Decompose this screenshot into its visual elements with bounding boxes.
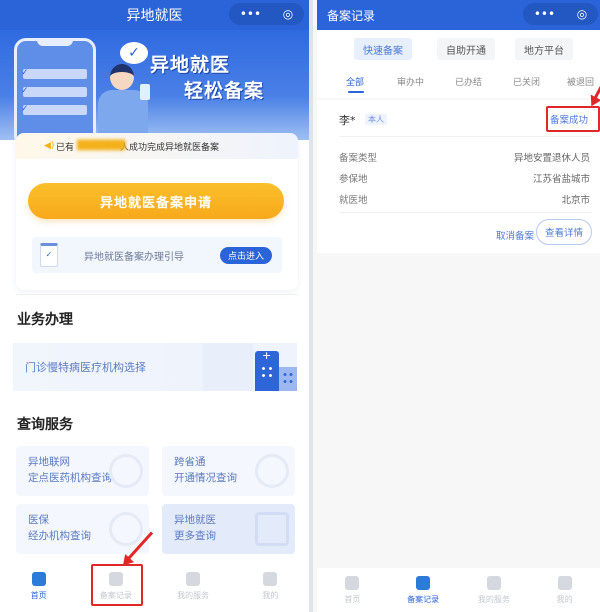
divider	[339, 136, 592, 137]
chip-local-platform[interactable]: 地方平台	[515, 38, 573, 60]
arrow-right-icon	[255, 512, 289, 546]
apply-filing-button[interactable]: 异地就医备案申请	[28, 183, 284, 219]
speaker-icon: ◀)	[44, 141, 55, 151]
highlight-box-status	[546, 106, 600, 132]
enter-button[interactable]: 点击进入	[219, 246, 272, 264]
field-filing-type: 备案类型 异地安置退休人员	[339, 153, 590, 164]
view-details-button[interactable]: 查看详情	[535, 219, 592, 245]
nav-bar: 备案记录 ••• ◎	[317, 0, 600, 30]
tab-my-services[interactable]: 我的服务	[155, 564, 232, 612]
filter-area: 快速备案 自助开通 地方平台 全部 审办中 已办结 已关闭 被退回	[317, 30, 600, 98]
tab-closed[interactable]: 已关闭	[513, 75, 540, 88]
cancel-filing-button[interactable]: 取消备案	[496, 228, 534, 242]
mini-program-capsule: ••• ◎	[229, 3, 304, 25]
tab-filing-records[interactable]: 备案记录	[388, 568, 459, 612]
apply-card: ◀) 已有 ███████ 人成功完成异地就医备案 异地就医备案申请 ✓ 异地就…	[16, 133, 298, 290]
highlight-box-filing-records-tab	[91, 564, 143, 606]
check-icon: ✓	[21, 68, 29, 78]
hero-banner: ✓ ✓ ✓ ✓ 异地就医 轻松备案	[0, 30, 309, 140]
banner-slogan: 异地就医 轻松备案	[150, 54, 265, 102]
bottom-tab-bar: 首页 备案记录 我的服务 我的	[317, 568, 600, 612]
home-icon	[345, 576, 360, 590]
notice-bar: ◀) 已有 ███████ 人成功完成异地就医备案	[16, 133, 298, 159]
page-title: 异地就医	[126, 8, 183, 24]
check-icon: ✓	[21, 104, 29, 114]
close-icon[interactable]: ◎	[577, 7, 587, 21]
query-more[interactable]: 异地就医 更多查询	[162, 504, 295, 554]
right-screen-filing-records: 备案记录 ••• ◎ 快速备案 自助开通 地方平台 全部 审办中 已办结 已关闭…	[313, 0, 600, 612]
divider	[16, 294, 298, 295]
mini-program-capsule: ••• ◎	[523, 3, 598, 25]
section-title-query: 查询服务	[17, 417, 73, 433]
query-agencies[interactable]: 医保 经办机构查询	[16, 504, 149, 554]
hospital-building-icon	[255, 349, 279, 391]
check-bubble-icon: ✓	[120, 42, 148, 64]
chip-self-activation[interactable]: 自助开通	[437, 38, 495, 60]
home-icon	[31, 572, 46, 586]
tab-completed[interactable]: 已办结	[455, 75, 482, 88]
relation-tag: 本人	[365, 114, 387, 125]
filing-guide-banner[interactable]: ✓ 异地就医备案办理引导 点击进入	[32, 237, 282, 273]
field-treatment-place: 就医地 北京市	[339, 195, 590, 206]
query-designated-institutions[interactable]: 异地联网 定点医药机构查询	[16, 446, 149, 496]
more-icon[interactable]: •••	[534, 7, 555, 21]
tab-profile[interactable]: 我的	[529, 568, 600, 612]
tab-home[interactable]: 首页	[317, 568, 388, 612]
close-icon[interactable]: ◎	[283, 7, 293, 21]
tab-profile[interactable]: 我的	[232, 564, 309, 612]
more-icon[interactable]: •••	[240, 7, 261, 21]
user-icon	[263, 572, 278, 586]
document-icon: ✓	[40, 243, 58, 267]
tab-home[interactable]: 首页	[0, 564, 77, 612]
tab-returned[interactable]: 被退回	[567, 75, 594, 88]
bottom-tab-bar: 首页 备案记录 我的服务 我的	[0, 564, 309, 612]
building-icon	[279, 367, 297, 391]
pill-icon	[109, 454, 143, 488]
location-icon	[255, 454, 289, 488]
tab-all[interactable]: 全部	[346, 75, 365, 93]
filing-count: ███████	[77, 141, 126, 151]
check-icon: ✓	[21, 86, 29, 96]
divider	[339, 212, 592, 213]
tab-my-services[interactable]: 我的服务	[459, 568, 530, 612]
section-title-business: 业务办理	[17, 312, 73, 328]
page-title: 备案记录	[327, 8, 376, 23]
chip-quick-filing[interactable]: 快速备案	[354, 38, 412, 60]
briefcase-icon	[186, 572, 201, 586]
user-icon	[557, 576, 572, 590]
field-insured-place: 参保地 江苏省盐城市	[339, 174, 590, 185]
left-screen-home: 异地就医 ••• ◎ ✓ ✓ ✓ ✓ 异地就医 轻松备案 ◀) 已有 █████…	[0, 0, 309, 612]
briefcase-icon	[486, 576, 501, 590]
layers-icon	[109, 512, 143, 546]
shield-icon	[416, 576, 431, 590]
applicant-name: 李*	[339, 114, 356, 127]
query-cross-province-status[interactable]: 跨省通 开通情况查询	[162, 446, 295, 496]
tab-processing[interactable]: 审办中	[397, 75, 424, 88]
phone-illustration: ✓ ✓ ✓	[14, 38, 96, 140]
chronic-disease-institution-select[interactable]: 门诊慢特病医疗机构选择	[13, 343, 297, 391]
person-illustration	[92, 64, 156, 140]
nav-bar: 异地就医 ••• ◎	[0, 0, 309, 30]
